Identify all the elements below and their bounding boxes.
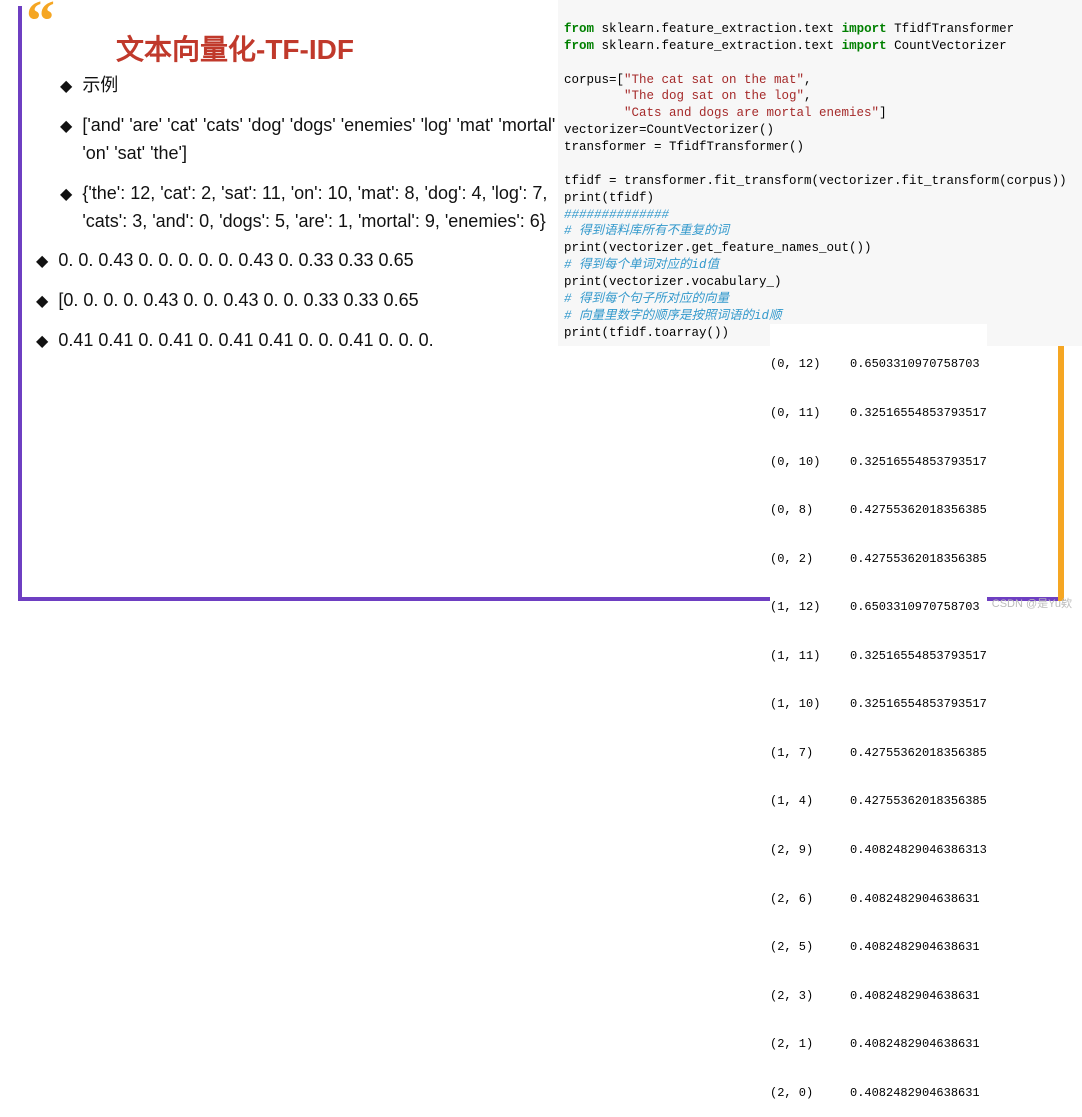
output-row: (2, 6)0.4082482904638631 (770, 891, 987, 907)
output-block: (0, 12)0.6503310970758703 (0, 11)0.32516… (770, 324, 987, 1117)
list-item: ◆ [0. 0. 0. 0. 0.43 0. 0. 0.43 0. 0. 0.3… (36, 287, 560, 315)
output-row: (0, 12)0.6503310970758703 (770, 356, 987, 372)
list-item: ◆ ['and' 'are' 'cat' 'cats' 'dog' 'dogs'… (60, 112, 560, 168)
bullet-text: [0. 0. 0. 0. 0.43 0. 0. 0.43 0. 0. 0.33 … (58, 287, 560, 315)
output-row: (0, 10)0.32516554853793517 (770, 454, 987, 470)
diamond-icon: ◆ (36, 250, 48, 275)
output-row: (1, 10)0.32516554853793517 (770, 696, 987, 712)
code-string: "Cats and dogs are mortal enemies" (624, 106, 879, 120)
code-keyword: from (564, 39, 594, 53)
output-row: (2, 0)0.4082482904638631 (770, 1085, 987, 1101)
bullet-text: 示例 (82, 72, 560, 100)
list-item: ◆ 0. 0. 0.43 0. 0. 0. 0. 0. 0.43 0. 0.33… (36, 247, 560, 275)
output-row: (0, 8)0.42755362018356385 (770, 502, 987, 518)
output-row: (2, 3)0.4082482904638631 (770, 988, 987, 1004)
list-item: ◆ 0.41 0.41 0. 0.41 0. 0.41 0.41 0. 0. 0… (36, 327, 560, 355)
diamond-icon: ◆ (60, 115, 72, 140)
code-block: from sklearn.feature_extraction.text imp… (558, 0, 1082, 346)
output-row: (2, 1)0.4082482904638631 (770, 1036, 987, 1052)
output-row: (1, 7)0.42755362018356385 (770, 745, 987, 761)
code-comment: ############## (564, 208, 669, 222)
bullet-list: ◆ 示例 ◆ ['and' 'are' 'cat' 'cats' 'dog' '… (60, 72, 560, 367)
code-keyword: import (842, 22, 887, 36)
output-row: (0, 2)0.42755362018356385 (770, 551, 987, 567)
code-comment: # 得到每个单词对应的id值 (564, 258, 719, 272)
code-string: "The cat sat on the mat" (624, 73, 804, 87)
bullet-text: 0. 0. 0.43 0. 0. 0. 0. 0. 0.43 0. 0.33 0… (58, 247, 560, 275)
output-row: (2, 5)0.4082482904638631 (770, 939, 987, 955)
output-row: (0, 11)0.32516554853793517 (770, 405, 987, 421)
diamond-icon: ◆ (60, 183, 72, 208)
slide-frame-right (1058, 340, 1064, 601)
code-comment: # 得到语料库所有不重复的词 (564, 224, 729, 238)
diamond-icon: ◆ (36, 290, 48, 315)
code-keyword: import (842, 39, 887, 53)
output-row: (2, 9)0.40824829046386313 (770, 842, 987, 858)
slide-title: 文本向量化-TF-IDF (116, 28, 354, 68)
diamond-icon: ◆ (36, 330, 48, 355)
bullet-text: ['and' 'are' 'cat' 'cats' 'dog' 'dogs' '… (82, 112, 560, 168)
code-keyword: from (564, 22, 594, 36)
output-row: (1, 11)0.32516554853793517 (770, 648, 987, 664)
watermark: CSDN @是Yu欸 (992, 595, 1072, 611)
list-item: ◆ 示例 (60, 72, 560, 100)
code-string: "The dog sat on the log" (624, 89, 804, 103)
diamond-icon: ◆ (60, 75, 72, 100)
bullet-text: {'the': 12, 'cat': 2, 'sat': 11, 'on': 1… (82, 180, 560, 236)
list-item: ◆ {'the': 12, 'cat': 2, 'sat': 11, 'on':… (60, 180, 560, 236)
code-comment: # 得到每个句子所对应的向量 (564, 292, 729, 306)
quote-icon: “ (26, 0, 45, 44)
bullet-text: 0.41 0.41 0. 0.41 0. 0.41 0.41 0. 0. 0.4… (58, 327, 560, 355)
output-row: (1, 4)0.42755362018356385 (770, 793, 987, 809)
code-comment: # 向量里数字的顺序是按照词语的id顺 (564, 309, 782, 323)
